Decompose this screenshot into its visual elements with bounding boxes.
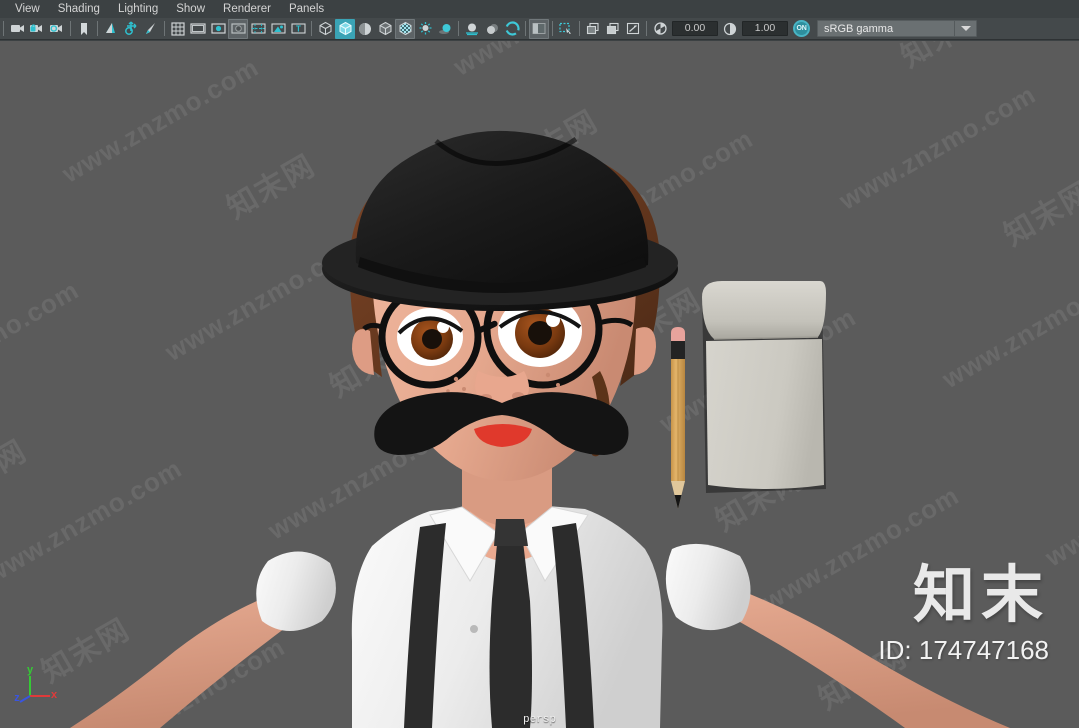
pencil-eraser: [671, 327, 685, 341]
select-camera-icon[interactable]: [7, 19, 27, 39]
wireframe-icon[interactable]: [315, 19, 335, 39]
notepad-curled-page: [702, 281, 826, 339]
motion-blur-icon[interactable]: [482, 19, 502, 39]
menu-bar: View Shading Lighting Show Renderer Pane…: [0, 0, 1079, 18]
scene-props: [671, 281, 826, 509]
xray-active-components-icon[interactable]: [623, 19, 643, 39]
gamma-icon[interactable]: [720, 19, 740, 39]
grid-icon[interactable]: [168, 19, 188, 39]
gizmo-z-label: z: [14, 692, 20, 704]
toolbar-separator: [67, 18, 74, 40]
shadows-icon[interactable]: [435, 19, 455, 39]
toolbar-separator: [576, 18, 583, 40]
svg-text:T: T: [296, 25, 301, 34]
camera-attributes-icon[interactable]: [47, 19, 67, 39]
maya-viewport-window: View Shading Lighting Show Renderer Pane…: [0, 0, 1079, 728]
title-safe-icon[interactable]: T: [288, 19, 308, 39]
pencil-band: [671, 341, 685, 359]
gizmo-y-label: y: [27, 664, 34, 676]
smooth-shade-icon[interactable]: [335, 18, 355, 39]
color-management-toggle[interactable]: ON: [793, 20, 810, 37]
textured-icon[interactable]: [395, 18, 415, 39]
viewport-3d[interactable]: 知末网www.znzmo.com知末网www.znzmo.com www.znz…: [0, 41, 1079, 728]
gate-mask-icon[interactable]: [228, 18, 248, 39]
notepad-sheet: [706, 339, 824, 489]
xray-joints-icon[interactable]: [603, 19, 623, 39]
chevron-down-icon[interactable]: [954, 21, 976, 36]
lock-camera-icon[interactable]: [27, 19, 47, 39]
toolbar-separator: [0, 18, 7, 40]
color-profile-dropdown[interactable]: sRGB gamma: [817, 20, 977, 37]
viewport-toolbar: T 0.00 1.00 ON sRGB gamma: [0, 18, 1079, 40]
multisample-icon[interactable]: [529, 18, 549, 39]
ambient-occlusion-icon[interactable]: [462, 19, 482, 39]
isolate-select-icon[interactable]: [556, 19, 576, 39]
xray-icon[interactable]: [583, 19, 603, 39]
exposure-value-field[interactable]: 0.00: [672, 21, 718, 36]
axis-gizmo: y x z: [14, 664, 58, 704]
toolbar-separator: [643, 18, 650, 40]
exposure-icon[interactable]: [650, 19, 670, 39]
gizmo-z-axis: [19, 695, 31, 703]
toolbar-separator: [94, 18, 101, 40]
menu-item-lighting[interactable]: Lighting: [109, 0, 167, 18]
gamma-value-field[interactable]: 1.00: [742, 21, 788, 36]
toolbar-separator: [522, 18, 529, 40]
anti-alias-icon[interactable]: [502, 19, 522, 39]
safe-action-icon[interactable]: [268, 19, 288, 39]
pencil-graphite-tip: [674, 495, 682, 509]
menu-item-renderer[interactable]: Renderer: [214, 0, 280, 18]
resolution-gate-icon[interactable]: [208, 19, 228, 39]
shaded-wireframe-icon[interactable]: [375, 19, 395, 39]
toolbar-separator: [161, 18, 168, 40]
image-plane-icon[interactable]: [101, 19, 121, 39]
flat-shade-icon[interactable]: [355, 19, 375, 39]
color-profile-label: sRGB gamma: [824, 22, 894, 35]
menu-item-panels[interactable]: Panels: [280, 0, 333, 18]
toolbar-separator: [308, 18, 315, 40]
field-chart-icon[interactable]: [248, 19, 268, 39]
film-gate-icon[interactable]: [188, 19, 208, 39]
toolbar-separator: [455, 18, 462, 40]
menu-item-shading[interactable]: Shading: [49, 0, 109, 18]
gizmo-x-label: x: [51, 689, 58, 701]
grease-pencil-icon[interactable]: [141, 19, 161, 39]
toolbar-separator: [549, 18, 556, 40]
use-lights-icon[interactable]: [415, 19, 435, 39]
menu-item-show[interactable]: Show: [167, 0, 214, 18]
2d-pan-zoom-icon[interactable]: [121, 19, 141, 39]
menu-item-view[interactable]: View: [6, 0, 49, 18]
bookmark-icon[interactable]: [74, 19, 94, 39]
